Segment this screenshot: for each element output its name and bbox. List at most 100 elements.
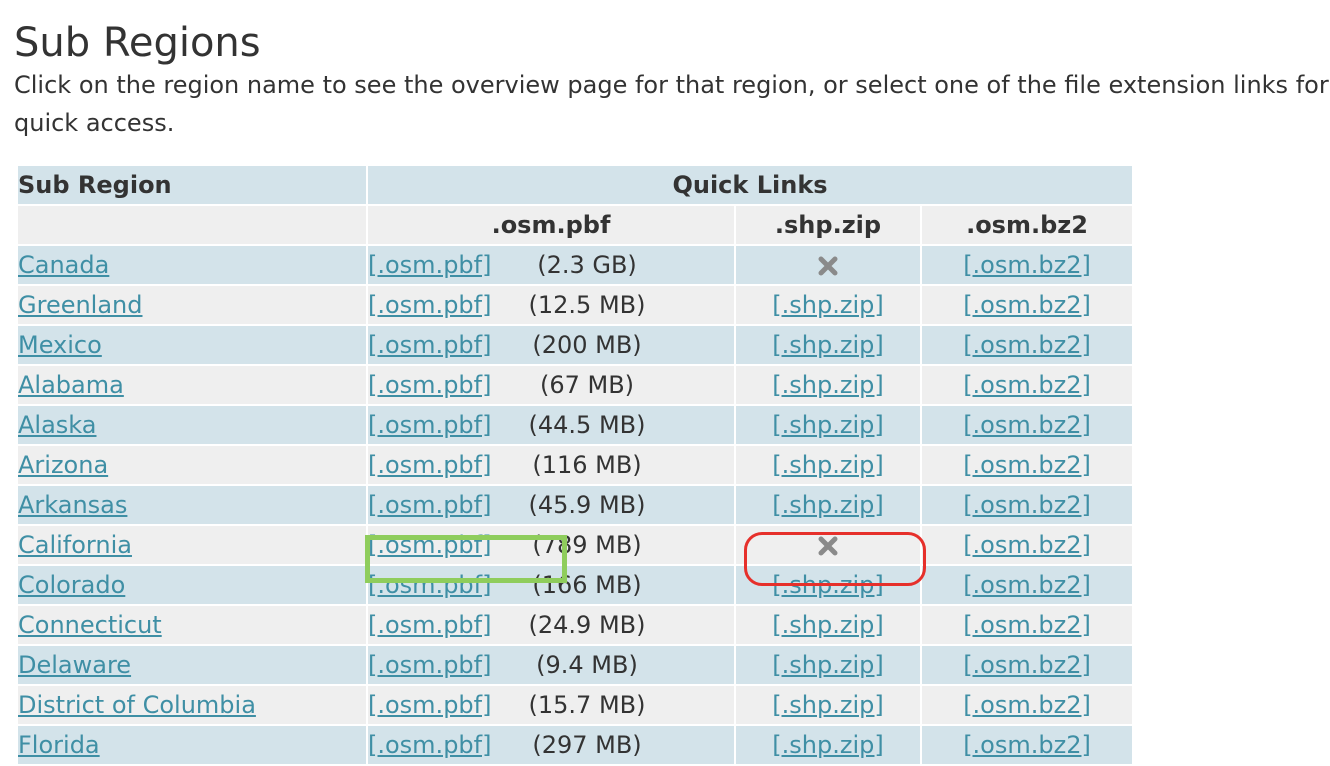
table-row: Arizona [.osm.pbf] (116 MB) [.shp.zip] [.osm…	[16, 444, 1135, 486]
region-cell: California	[16, 524, 368, 566]
shp-link[interactable]: [.shp.zip]	[772, 411, 883, 439]
pbf-cell: [.osm.pbf] (200 MB)	[366, 324, 736, 366]
shp-link[interactable]: [.shp.zip]	[772, 731, 883, 759]
region-link[interactable]: California	[18, 531, 132, 559]
region-link[interactable]: Florida	[18, 731, 100, 759]
bz2-link[interactable]: [.osm.bz2]	[963, 731, 1091, 759]
bz2-link[interactable]: [.osm.bz2]	[963, 251, 1091, 279]
pbf-cell: [.osm.pbf] (9.4 MB)	[366, 644, 736, 686]
region-link[interactable]: Colorado	[18, 571, 125, 599]
pbf-link[interactable]: [.osm.pbf]	[368, 291, 491, 319]
bz2-link[interactable]: [.osm.bz2]	[963, 331, 1091, 359]
table-body: Canada [.osm.pbf] (2.3 GB) [.osm.bz2] Greenl…	[16, 244, 1135, 766]
shp-link[interactable]: [.shp.zip]	[772, 371, 883, 399]
shp-cell: [.shp.zip]	[734, 484, 922, 526]
shp-cell: [.shp.zip]	[734, 444, 922, 486]
shp-cell: [.shp.zip]	[734, 564, 922, 606]
region-link[interactable]: Connecticut	[18, 611, 162, 639]
table-row: California [.osm.pbf] (789 MB) [.osm.bz2]	[16, 524, 1135, 566]
pbf-link[interactable]: [.osm.pbf]	[368, 691, 491, 719]
file-size: (45.9 MB)	[528, 491, 646, 519]
bz2-cell: [.osm.bz2]	[919, 564, 1135, 606]
bz2-cell: [.osm.bz2]	[919, 484, 1135, 526]
region-cell: Greenland	[16, 284, 368, 326]
x-icon	[817, 255, 839, 277]
shp-cell: [.shp.zip]	[734, 364, 922, 406]
region-link[interactable]: Delaware	[18, 651, 131, 679]
shp-cell: [.shp.zip]	[734, 684, 922, 726]
region-cell: Florida	[16, 724, 368, 766]
region-link[interactable]: District of Columbia	[18, 691, 256, 719]
bz2-link[interactable]: [.osm.bz2]	[963, 491, 1091, 519]
pbf-link[interactable]: [.osm.pbf]	[368, 371, 491, 399]
pbf-cell: [.osm.pbf] (297 MB)	[366, 724, 736, 766]
region-link[interactable]: Canada	[18, 251, 109, 279]
table-row: Connecticut [.osm.pbf] (24.9 MB) [.shp.zip]…	[16, 604, 1135, 646]
bz2-link[interactable]: [.osm.bz2]	[963, 411, 1091, 439]
region-cell: Arizona	[16, 444, 368, 486]
shp-cell: [.shp.zip]	[734, 404, 922, 446]
bz2-link[interactable]: [.osm.bz2]	[963, 611, 1091, 639]
pbf-link[interactable]: [.osm.pbf]	[368, 251, 491, 279]
file-size: (200 MB)	[532, 331, 642, 359]
pbf-column-header: .osm.pbf	[366, 204, 736, 246]
bz2-link[interactable]: [.osm.bz2]	[963, 291, 1091, 319]
bz2-link[interactable]: [.osm.bz2]	[963, 691, 1091, 719]
shp-link[interactable]: [.shp.zip]	[772, 651, 883, 679]
region-link[interactable]: Mexico	[18, 331, 102, 359]
sub-regions-table: Sub Region Quick Links .osm.pbf .shp.zip…	[16, 164, 1135, 766]
bz2-cell: [.osm.bz2]	[919, 444, 1135, 486]
region-link[interactable]: Alaska	[18, 411, 96, 439]
pbf-cell: [.osm.pbf] (116 MB)	[366, 444, 736, 486]
table-row: Mexico [.osm.pbf] (200 MB) [.shp.zip] [.osm.…	[16, 324, 1135, 366]
pbf-link[interactable]: [.osm.pbf]	[368, 451, 491, 479]
shp-link[interactable]: [.shp.zip]	[772, 491, 883, 519]
pbf-link[interactable]: [.osm.pbf]	[368, 651, 491, 679]
shp-cell	[734, 244, 922, 286]
bz2-link[interactable]: [.osm.bz2]	[963, 531, 1091, 559]
bz2-link[interactable]: [.osm.bz2]	[963, 651, 1091, 679]
shp-link[interactable]: [.shp.zip]	[772, 451, 883, 479]
pbf-link[interactable]: [.osm.pbf]	[368, 571, 491, 599]
region-link[interactable]: Greenland	[18, 291, 143, 319]
table-row: Delaware [.osm.pbf] (9.4 MB) [.shp.zip] [.os…	[16, 644, 1135, 686]
pbf-link[interactable]: [.osm.pbf]	[368, 331, 491, 359]
region-cell: Delaware	[16, 644, 368, 686]
table-row: Colorado [.osm.pbf] (166 MB) [.shp.zip] [.os…	[16, 564, 1135, 606]
bz2-cell: [.osm.bz2]	[919, 364, 1135, 406]
region-link[interactable]: Alabama	[18, 371, 124, 399]
pbf-link[interactable]: [.osm.pbf]	[368, 491, 491, 519]
x-icon	[817, 535, 839, 557]
shp-cell	[734, 524, 922, 566]
region-link[interactable]: Arizona	[18, 451, 108, 479]
file-size: (67 MB)	[539, 371, 635, 399]
shp-link[interactable]: [.shp.zip]	[772, 571, 883, 599]
pbf-cell: [.osm.pbf] (24.9 MB)	[366, 604, 736, 646]
pbf-cell: [.osm.pbf] (45.9 MB)	[366, 484, 736, 526]
sub-region-header: Sub Region	[16, 164, 368, 206]
bz2-column-header: .osm.bz2	[919, 204, 1135, 246]
pbf-link[interactable]: [.osm.pbf]	[368, 411, 491, 439]
bz2-cell: [.osm.bz2]	[919, 644, 1135, 686]
region-cell: Colorado	[16, 564, 368, 606]
pbf-link[interactable]: [.osm.pbf]	[368, 611, 491, 639]
table-row: Alabama [.osm.pbf] (67 MB) [.shp.zip] [.osm.…	[16, 364, 1135, 406]
shp-link[interactable]: [.shp.zip]	[772, 691, 883, 719]
shp-link[interactable]: [.shp.zip]	[772, 611, 883, 639]
pbf-link[interactable]: [.osm.pbf]	[368, 531, 491, 559]
bz2-link[interactable]: [.osm.bz2]	[963, 451, 1091, 479]
shp-column-header: .shp.zip	[734, 204, 922, 246]
bz2-link[interactable]: [.osm.bz2]	[963, 371, 1091, 399]
pbf-cell: [.osm.pbf] (2.3 GB)	[366, 244, 736, 286]
shp-link[interactable]: [.shp.zip]	[772, 331, 883, 359]
bz2-link[interactable]: [.osm.bz2]	[963, 571, 1091, 599]
region-cell: Alaska	[16, 404, 368, 446]
bz2-cell: [.osm.bz2]	[919, 684, 1135, 726]
file-size: (166 MB)	[532, 571, 642, 599]
file-size: (44.5 MB)	[528, 411, 646, 439]
shp-cell: [.shp.zip]	[734, 324, 922, 366]
file-size: (297 MB)	[532, 731, 642, 759]
shp-link[interactable]: [.shp.zip]	[772, 291, 883, 319]
region-link[interactable]: Arkansas	[18, 491, 127, 519]
pbf-link[interactable]: [.osm.pbf]	[368, 731, 491, 759]
